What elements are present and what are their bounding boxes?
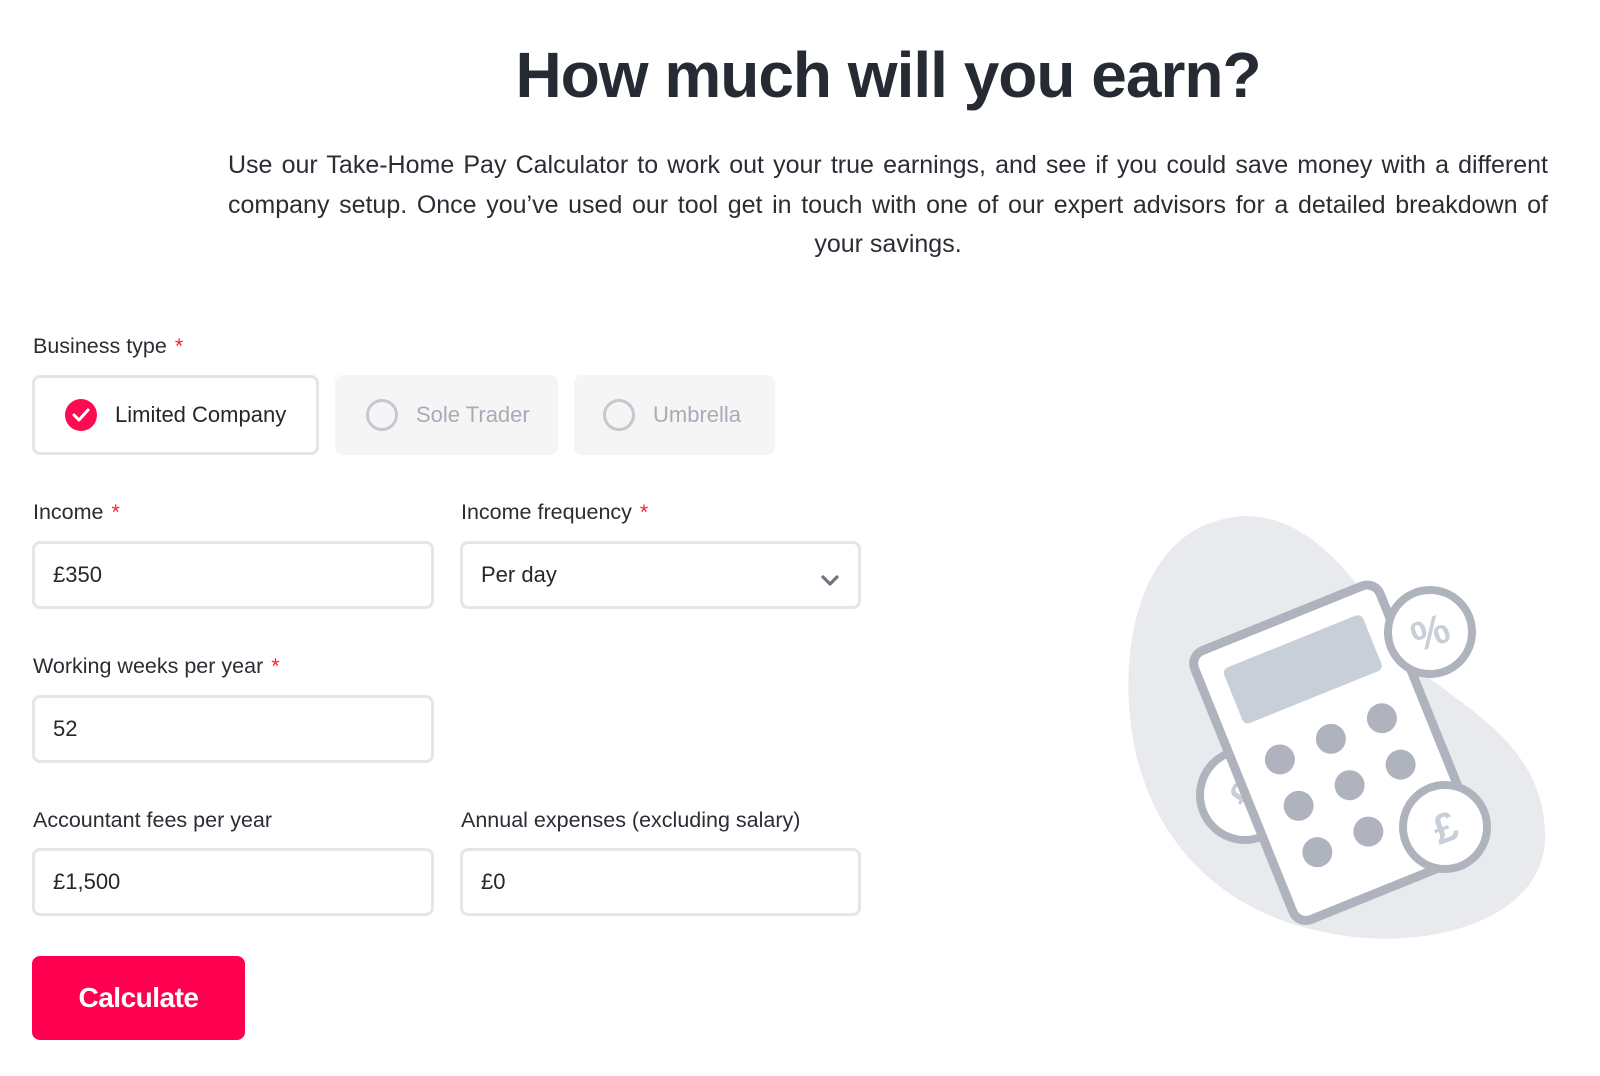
business-type-umbrella[interactable]: Umbrella	[574, 375, 775, 455]
accountant-fees-field-wrapper	[32, 848, 434, 916]
working-weeks-label: Working weeks per year *	[33, 654, 280, 679]
annual-expenses-input[interactable]	[481, 869, 840, 895]
option-label: Umbrella	[653, 402, 742, 427]
required-marker: *	[174, 334, 184, 358]
unchecked-radio-icon	[366, 399, 398, 431]
income-frequency-select[interactable]: Per day	[460, 541, 861, 609]
required-marker: *	[271, 654, 280, 678]
calculate-button[interactable]: Calculate	[32, 956, 245, 1040]
required-marker: *	[111, 500, 120, 524]
percent-coin-icon: %	[1384, 586, 1476, 678]
accountant-fees-input[interactable]	[53, 869, 413, 895]
annual-expenses-field-wrapper	[460, 848, 861, 916]
pound-coin-icon: £	[1399, 781, 1491, 873]
required-marker: *	[639, 500, 649, 524]
option-label: Sole Trader	[416, 402, 530, 427]
page-title: How much will you earn?	[515, 39, 1261, 111]
unchecked-radio-icon	[603, 399, 635, 431]
income-frequency-value: Per day	[481, 562, 557, 587]
income-input[interactable]	[53, 562, 413, 588]
annual-expenses-label: Annual expenses (excluding salary)	[461, 808, 801, 832]
business-type-label: Business type *	[33, 334, 183, 359]
income-field-wrapper	[32, 541, 434, 609]
chevron-down-icon	[820, 568, 840, 594]
income-label-text: Income	[33, 500, 104, 524]
income-label: Income *	[33, 500, 120, 525]
intro-text: Use our Take-Home Pay Calculator to work…	[228, 151, 1548, 258]
business-type-sole-trader[interactable]: Sole Trader	[335, 375, 558, 455]
income-frequency-label-text: Income frequency	[461, 500, 632, 524]
accountant-fees-label: Accountant fees per year	[33, 808, 273, 832]
checked-radio-icon	[65, 399, 97, 431]
calculator-illustration: £ % £	[1100, 500, 1560, 950]
income-frequency-label: Income frequency *	[461, 500, 648, 525]
working-weeks-field-wrapper	[32, 695, 434, 763]
business-type-label-text: Business type	[33, 334, 167, 358]
working-weeks-label-text: Working weeks per year	[33, 654, 264, 678]
option-label: Limited Company	[115, 402, 287, 427]
working-weeks-input[interactable]	[53, 716, 413, 742]
business-type-limited-company[interactable]: Limited Company	[32, 375, 319, 455]
